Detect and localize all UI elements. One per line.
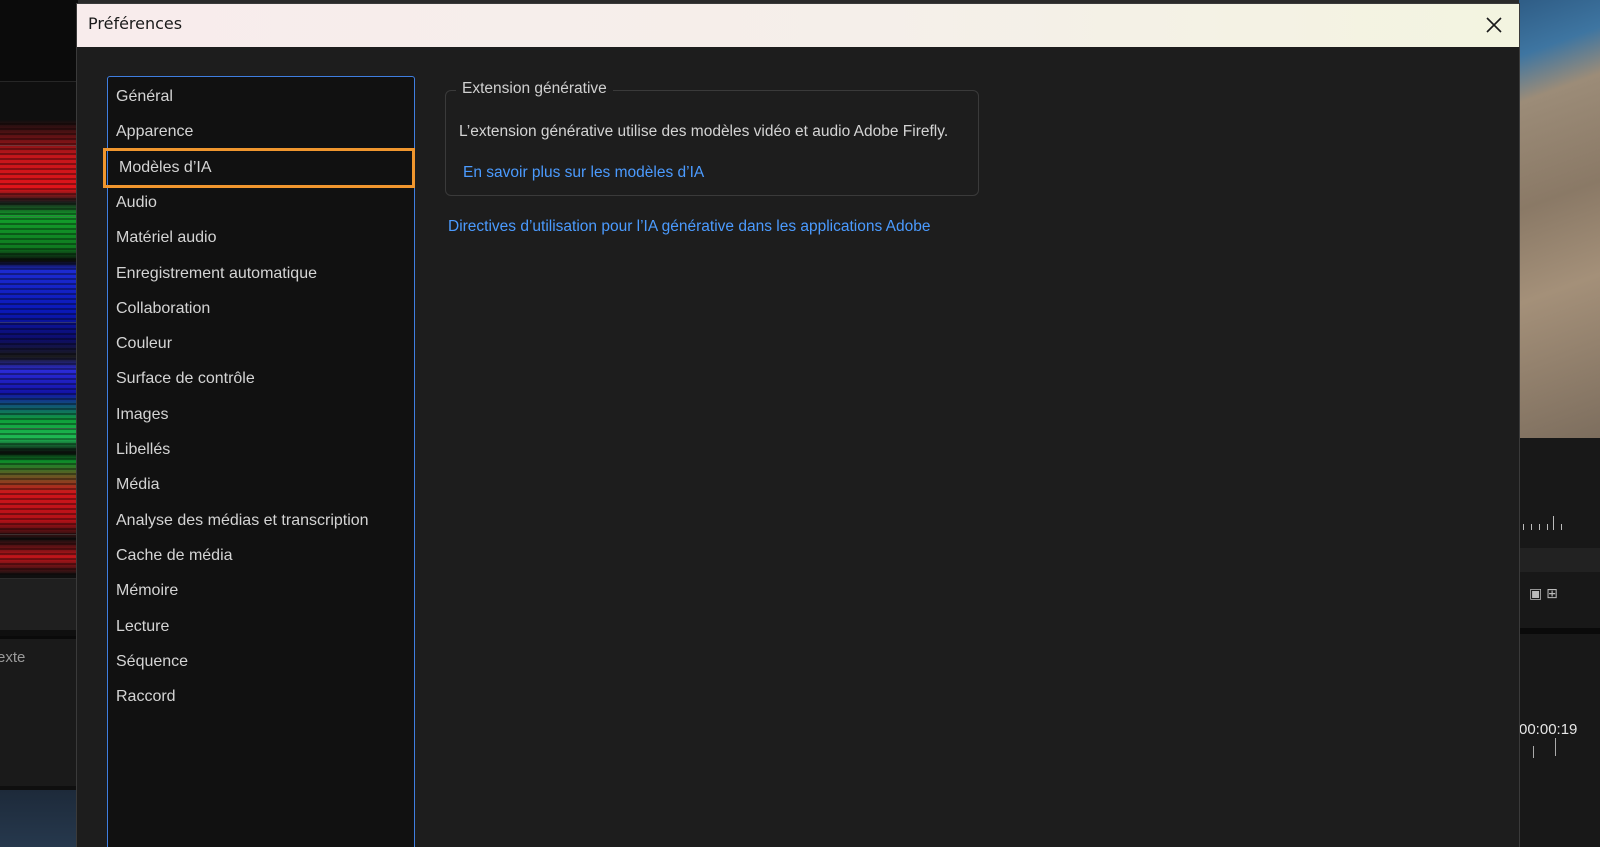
generative-extension-group: Extension générative L’extension générat…: [445, 80, 979, 196]
category-item[interactable]: Matériel audio: [116, 224, 406, 252]
dialog-titlebar: Préférences: [77, 4, 1519, 47]
category-item[interactable]: Images: [116, 401, 406, 429]
category-item[interactable]: Surface de contrôle: [116, 365, 406, 393]
group-title: Extension générative: [456, 80, 613, 98]
category-item[interactable]: Séquence: [116, 648, 406, 676]
category-item[interactable]: Collaboration: [116, 295, 406, 323]
preferences-category-list[interactable]: Général Apparence Modèles d’IA Audio Matérie…: [103, 76, 415, 847]
timeline-timecode: 00:00:19: [1519, 721, 1578, 738]
category-item[interactable]: Libellés: [116, 436, 406, 464]
preferences-dialog: Préférences Général Apparence Modèles d’IA…: [76, 3, 1520, 847]
background-panel-label: exte: [0, 649, 26, 666]
program-monitor-video: [1519, 0, 1600, 438]
group-description: L’extension générative utilise des modèl…: [459, 123, 949, 140]
category-item[interactable]: Apparence: [116, 118, 406, 146]
category-item[interactable]: Cache de média: [116, 542, 406, 570]
monitor-controls-icon: ▣ ⊞: [1529, 585, 1558, 601]
category-item[interactable]: Mémoire: [116, 577, 406, 605]
monitor-ruler: [1519, 512, 1600, 530]
category-item[interactable]: Modèles d’IA: [103, 147, 415, 188]
background-left-panels: exte: [0, 0, 78, 847]
background-text-panel: exte: [0, 636, 78, 786]
background-thumbnail: [0, 790, 78, 847]
lumetri-scope-waveform: [0, 120, 78, 575]
generative-ai-guidelines-link[interactable]: Directives d’utilisation pour l’IA génér…: [448, 218, 931, 236]
background-panel: [0, 578, 78, 630]
monitor-scrollbar: [1519, 548, 1600, 572]
close-button[interactable]: [1479, 10, 1509, 40]
category-item[interactable]: Général: [116, 83, 406, 111]
dialog-title: Préférences: [88, 14, 183, 33]
background-panel-header: [0, 0, 78, 82]
category-item[interactable]: Analyse des médias et transcription: [116, 507, 406, 535]
background-right-panels: ▣ ⊞ 00:00:19: [1519, 0, 1600, 847]
close-icon: [1486, 17, 1502, 33]
category-item[interactable]: Lecture: [116, 613, 406, 641]
category-item[interactable]: Audio: [116, 189, 406, 217]
category-item[interactable]: Couleur: [116, 330, 406, 358]
category-item[interactable]: Raccord: [116, 683, 406, 711]
category-item[interactable]: Média: [116, 471, 406, 499]
learn-more-link[interactable]: En savoir plus sur les modèles d’IA: [463, 164, 704, 182]
category-item[interactable]: Enregistrement automatique: [116, 260, 406, 288]
